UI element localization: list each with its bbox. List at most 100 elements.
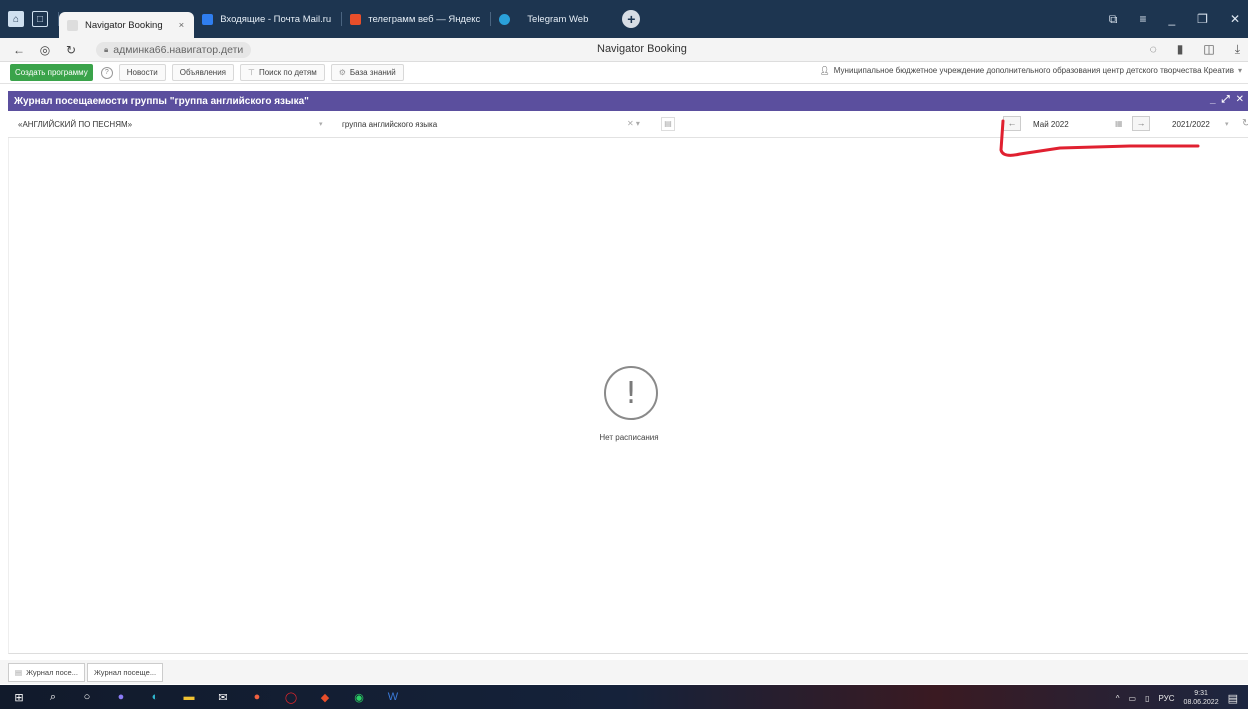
clock[interactable]: 9:31 08.06.2022 bbox=[1184, 689, 1219, 707]
document-icon[interactable]: ▤ bbox=[661, 117, 675, 131]
speech-icon[interactable]: ◌ bbox=[1150, 42, 1157, 57]
news-button[interactable]: Новости bbox=[118, 64, 166, 81]
tab-label: Входящие - Почта Mail.ru bbox=[220, 13, 332, 25]
window-controls: ⧉ ≡ _ ❐ ✕ bbox=[1109, 12, 1240, 27]
chevron-down-icon: ▾ bbox=[1237, 66, 1242, 75]
announcements-label: Объявления bbox=[179, 68, 227, 77]
tab-close-icon[interactable]: × bbox=[179, 20, 185, 31]
battery-icon[interactable]: ▯ bbox=[1145, 694, 1149, 703]
file-explorer-icon[interactable]: ▬ bbox=[182, 690, 196, 704]
mail-icon[interactable]: ✉ bbox=[216, 690, 230, 704]
tab-label: Telegram Web bbox=[527, 13, 589, 25]
open-window-label: Журнал посеще... bbox=[93, 667, 157, 677]
new-tab-button[interactable]: + bbox=[622, 10, 641, 28]
mail-favicon bbox=[202, 13, 214, 25]
organization-name: Муниципальное бюджетное учреждение допол… bbox=[833, 66, 1234, 75]
bookmark-icon[interactable]: ▮ bbox=[1177, 42, 1184, 57]
back-icon[interactable]: ← bbox=[12, 43, 26, 57]
user-icon: 👤︎ bbox=[819, 66, 830, 75]
yandex-browser-icon[interactable]: ● bbox=[250, 690, 264, 704]
question-icon[interactable]: ? bbox=[100, 66, 113, 79]
create-program-button[interactable]: Создать программу bbox=[10, 64, 93, 81]
restore-icon[interactable]: ❐ bbox=[1197, 12, 1208, 27]
page-title: Navigator Booking bbox=[597, 43, 687, 55]
journal-icon: ▤ bbox=[15, 667, 23, 677]
calendar-icon[interactable]: ▦ bbox=[1115, 119, 1123, 128]
alice-icon[interactable]: ● bbox=[114, 690, 128, 704]
menu-icon[interactable]: ≡ bbox=[1139, 12, 1146, 27]
language-indicator[interactable]: РУС bbox=[1159, 694, 1175, 703]
download-icon[interactable]: ⤓ bbox=[1235, 42, 1240, 57]
cortana-icon[interactable]: ○ bbox=[80, 690, 94, 704]
tab-label: телеграмм веб — Яндекс bbox=[368, 13, 481, 25]
collections-icon[interactable]: ⧉ bbox=[1109, 12, 1118, 27]
empty-state-text: Нет расписания bbox=[599, 433, 659, 442]
url-field[interactable]: 🔒︎ админка66.навигатор.дети bbox=[96, 41, 252, 58]
search-icon[interactable]: ⌕ bbox=[46, 690, 60, 704]
browser-tabbar: ⌂ □ Navigator Booking × Входящие - Почта… bbox=[0, 0, 1248, 38]
news-label: Новости bbox=[126, 68, 158, 77]
chevron-down-icon[interactable]: ▾ bbox=[319, 120, 323, 128]
knowledge-base-button[interactable]: ⚙ База знаний bbox=[330, 64, 404, 81]
tab-navigator-booking[interactable]: Navigator Booking × bbox=[59, 12, 195, 38]
month-picker[interactable]: Май 2022 bbox=[1033, 120, 1069, 129]
child-search-button[interactable]: ⊤ Поиск по детям bbox=[240, 64, 325, 81]
address-bar: ← ◎ ↻ 🔒︎ админка66.навигатор.дети Naviga… bbox=[0, 38, 1248, 62]
panel-controls: _ ⤢ ✕ bbox=[1210, 94, 1244, 105]
close-window-icon[interactable]: ✕ bbox=[1230, 12, 1240, 27]
filter-bar: «АНГЛИЙСКИЙ ПО ПЕСНЯМ» ▾ группа английск… bbox=[8, 111, 1248, 138]
year-select[interactable]: 2021/2022 bbox=[1172, 120, 1210, 129]
app-icon[interactable]: ◆ bbox=[318, 690, 332, 704]
tab-label: Navigator Booking bbox=[85, 19, 163, 31]
chevron-down-icon[interactable]: ▾ bbox=[1225, 120, 1229, 128]
tab-mail[interactable]: Входящие - Почта Mail.ru bbox=[194, 7, 341, 31]
yandex-favicon bbox=[350, 13, 362, 25]
shield-icon[interactable]: ◎ bbox=[38, 43, 52, 57]
clear-group-icon[interactable]: ✕ ▾ bbox=[627, 119, 640, 128]
clock-date: 08.06.2022 bbox=[1183, 699, 1219, 706]
notifications-icon[interactable]: ▤ bbox=[1228, 692, 1238, 705]
home-icon[interactable]: ⌂ bbox=[8, 11, 24, 27]
expand-panel-icon[interactable]: ⤢ bbox=[1222, 94, 1230, 105]
program-select[interactable]: «АНГЛИЙСКИЙ ПО ПЕСНЯМ» bbox=[18, 120, 132, 129]
whatsapp-icon[interactable]: ◉ bbox=[352, 690, 366, 704]
group-select[interactable]: группа английского языка bbox=[342, 120, 437, 129]
announcements-button[interactable]: Объявления bbox=[171, 64, 235, 81]
refresh-icon[interactable]: ↻ bbox=[64, 43, 78, 57]
telegram-favicon bbox=[499, 13, 511, 25]
address-right-controls: ◌ ▮ ◫ ⤓ bbox=[1150, 42, 1240, 57]
organization-selector[interactable]: 👤︎ Муниципальное бюджетное учреждение до… bbox=[820, 66, 1242, 75]
opera-icon[interactable]: ◯ bbox=[284, 690, 298, 704]
child-search-label: Поиск по детям bbox=[258, 68, 317, 77]
lock-icon: 🔒︎ bbox=[104, 44, 109, 54]
system-tray: ^ ▭ ▯ РУС 9:31 08.06.2022 ▤ bbox=[1116, 689, 1238, 707]
panel-header: Журнал посещаемости группы "группа англи… bbox=[8, 91, 1248, 111]
knowledge-base-label: База знаний bbox=[349, 68, 396, 77]
minimize-panel-icon[interactable]: _ bbox=[1210, 94, 1216, 105]
gear-icon: ⚙ bbox=[338, 68, 346, 77]
open-window-button[interactable]: Журнал посеще... bbox=[86, 662, 164, 682]
edge-icon[interactable]: ◐ bbox=[148, 690, 162, 704]
refresh-icon[interactable]: ↻ bbox=[1242, 118, 1248, 129]
clock-time: 9:31 bbox=[1194, 690, 1208, 697]
os-taskbar: ⊞ ⌕ ○ ● ◐ ▬ ✉ ● ◯ ◆ ◉ W ^ ▭ ▯ РУС 9:31 0… bbox=[0, 685, 1248, 709]
open-window-button[interactable]: ▤ Журнал посе... bbox=[8, 662, 85, 682]
new-window-icon[interactable]: □ bbox=[32, 11, 48, 27]
minimize-icon[interactable]: _ bbox=[1168, 12, 1175, 27]
filter-icon: ⊤ bbox=[248, 68, 255, 77]
exclamation-icon: ! bbox=[604, 366, 658, 420]
open-windows-strip: ▤ Журнал посе... Журнал посеще... bbox=[0, 660, 1248, 684]
arrow-right-icon[interactable]: → bbox=[1132, 116, 1150, 131]
app-toolbar: Создать программу ? Новости Объявления ⊤… bbox=[0, 62, 1248, 84]
close-panel-icon[interactable]: ✕ bbox=[1236, 94, 1244, 105]
extensions-icon[interactable]: ◫ bbox=[1203, 42, 1214, 57]
chevron-up-icon[interactable]: ^ bbox=[1116, 694, 1120, 703]
network-icon[interactable]: ▭ bbox=[1129, 694, 1137, 703]
url-text: админка66.навигатор.дети bbox=[113, 43, 244, 56]
arrow-left-icon[interactable]: ← bbox=[1003, 116, 1021, 131]
windows-icon[interactable]: ⊞ bbox=[12, 690, 26, 704]
tab-telegram[interactable]: Telegram Web bbox=[491, 7, 598, 31]
tab-yandex[interactable]: телеграмм веб — Яндекс bbox=[342, 7, 490, 31]
panel-title: Журнал посещаемости группы "группа англи… bbox=[14, 95, 309, 107]
word-icon[interactable]: W bbox=[386, 690, 400, 704]
